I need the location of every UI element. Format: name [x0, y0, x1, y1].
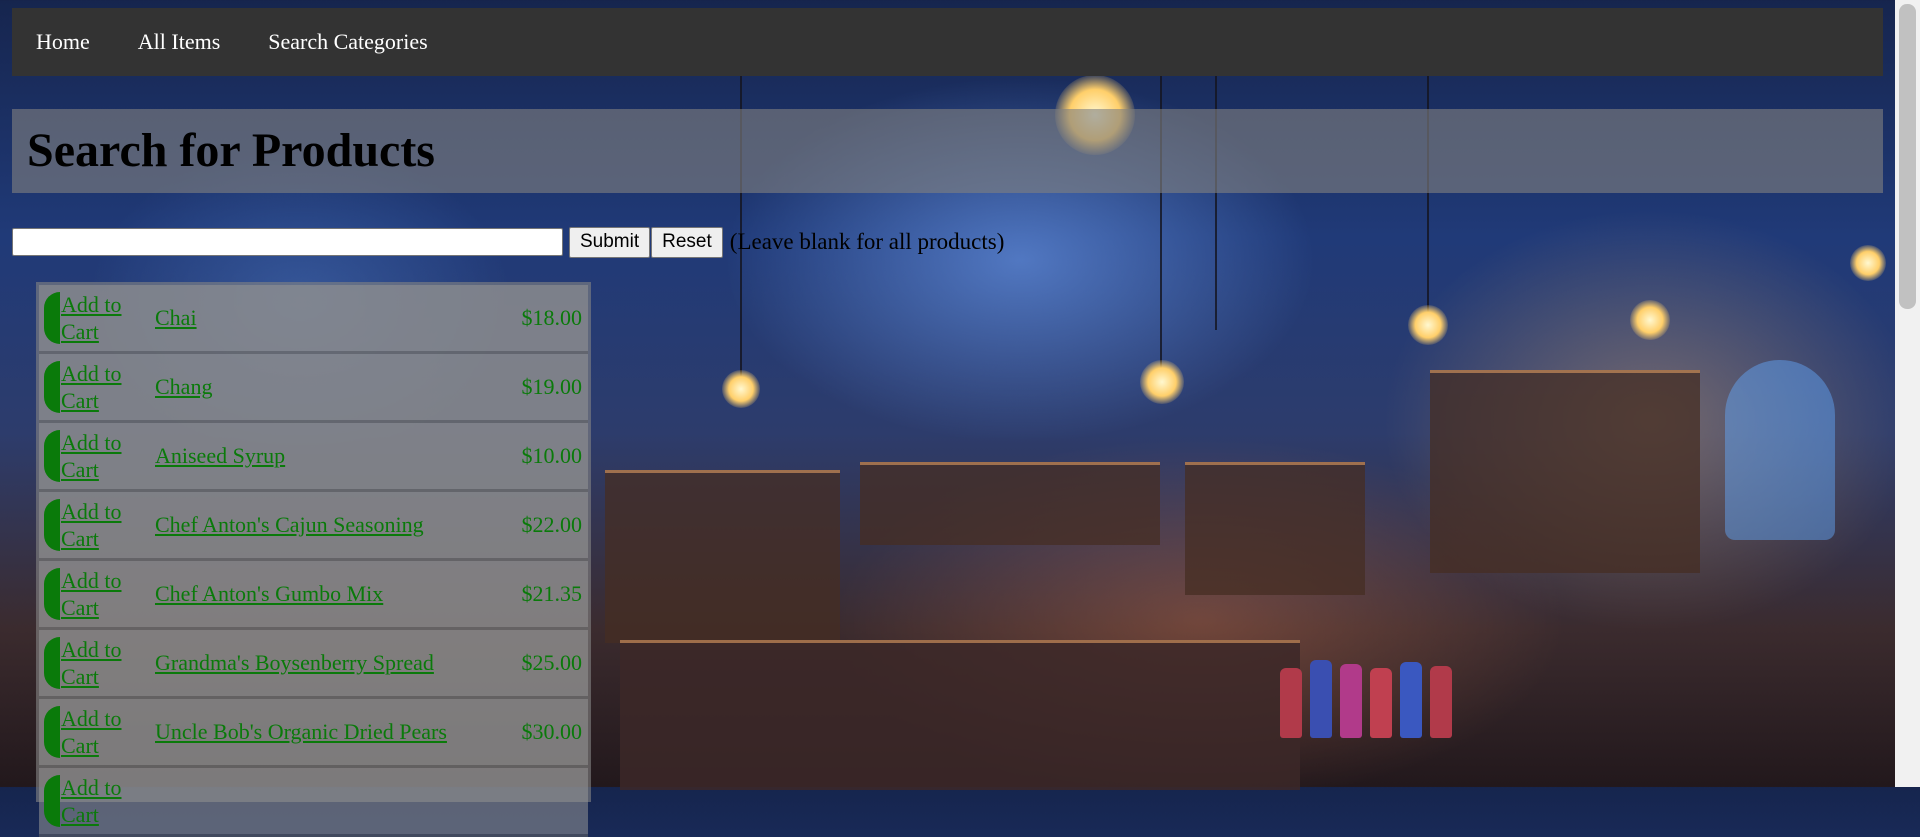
add-to-cart-link[interactable]: Add to Cart [61, 429, 141, 483]
product-name-link[interactable]: Chang [155, 374, 212, 400]
background-wire [1427, 70, 1429, 320]
background-lamp [1850, 245, 1886, 281]
background-bottle [1370, 668, 1392, 738]
product-price: $30.00 [521, 719, 583, 744]
product-row: Add to Cart Aniseed Syrup $10.00 [39, 423, 588, 492]
nav-all-items-link[interactable]: All Items [114, 8, 245, 76]
scrollbar-thumb[interactable] [1899, 4, 1916, 309]
add-to-cart-marker [44, 361, 60, 413]
product-price: $18.00 [521, 305, 583, 330]
background-shelf [1185, 462, 1365, 595]
page-scrollbar[interactable] [1895, 0, 1920, 787]
product-row: Add to Cart Chef Anton's Cajun Seasoning… [39, 492, 588, 561]
add-to-cart-link[interactable]: Add to Cart [61, 360, 141, 414]
background-shelf [1430, 370, 1700, 573]
add-to-cart-link[interactable]: Add to Cart [61, 774, 141, 828]
background-shelf [860, 462, 1160, 545]
search-input[interactable] [12, 228, 563, 256]
product-list: Add to Cart Chai $18.00 Add to Cart Chan… [36, 282, 591, 837]
add-to-cart-marker [44, 568, 60, 620]
add-to-cart-link[interactable]: Add to Cart [61, 705, 141, 759]
product-price: $19.00 [521, 374, 583, 399]
background-lamp [722, 370, 760, 408]
add-to-cart-marker [44, 499, 60, 551]
product-name-link[interactable]: Uncle Bob's Organic Dried Pears [155, 719, 447, 745]
product-row: Add to Cart Chef Anton's Gumbo Mix $21.3… [39, 561, 588, 630]
background-glass-dome [1725, 360, 1835, 540]
product-row: Add to Cart Chai $18.00 [39, 285, 588, 354]
add-to-cart-marker [44, 430, 60, 482]
product-price: $25.00 [521, 650, 583, 675]
add-to-cart-marker [44, 706, 60, 758]
add-to-cart-link[interactable]: Add to Cart [61, 498, 141, 552]
nav-search-categories-link[interactable]: Search Categories [244, 8, 451, 76]
background-bottle [1400, 662, 1422, 738]
search-hint: (Leave blank for all products) [729, 229, 1005, 254]
product-row: Add to Cart [39, 768, 588, 837]
background-bottle [1280, 668, 1302, 738]
reset-button[interactable]: Reset [651, 226, 723, 258]
add-to-cart-link[interactable]: Add to Cart [61, 567, 141, 621]
page-title: Search for Products [27, 124, 435, 177]
submit-button[interactable]: Submit [569, 226, 651, 258]
add-to-cart-link[interactable]: Add to Cart [61, 291, 141, 345]
navbar: Home All Items Search Categories [12, 8, 1883, 76]
background-bottle [1340, 664, 1362, 738]
page-title-bar: Search for Products [12, 109, 1883, 193]
background-lamp [1408, 305, 1448, 345]
product-name-link[interactable]: Grandma's Boysenberry Spread [155, 650, 434, 676]
product-price: $22.00 [521, 512, 583, 537]
product-price: $21.35 [521, 581, 583, 606]
background-shelf [605, 470, 840, 643]
add-to-cart-marker [44, 775, 60, 827]
add-to-cart-marker [44, 292, 60, 344]
add-to-cart-link[interactable]: Add to Cart [61, 636, 141, 690]
background-counter [620, 640, 1300, 790]
search-form: Submit Reset (Leave blank for all produc… [12, 226, 1004, 258]
background-lamp [1140, 360, 1184, 404]
product-row: Add to Cart Grandma's Boysenberry Spread… [39, 630, 588, 699]
product-row: Add to Cart Uncle Bob's Organic Dried Pe… [39, 699, 588, 768]
nav-home-link[interactable]: Home [12, 8, 114, 76]
product-name-link[interactable]: Chef Anton's Cajun Seasoning [155, 512, 424, 538]
product-name-link[interactable]: Chai [155, 305, 197, 331]
product-row: Add to Cart Chang $19.00 [39, 354, 588, 423]
product-name-link[interactable]: Chef Anton's Gumbo Mix [155, 581, 383, 607]
background-bottle [1430, 666, 1452, 738]
product-price: $10.00 [521, 443, 583, 468]
background-bottle [1310, 660, 1332, 738]
add-to-cart-marker [44, 637, 60, 689]
product-name-link[interactable]: Aniseed Syrup [155, 443, 285, 469]
background-lamp [1630, 300, 1670, 340]
